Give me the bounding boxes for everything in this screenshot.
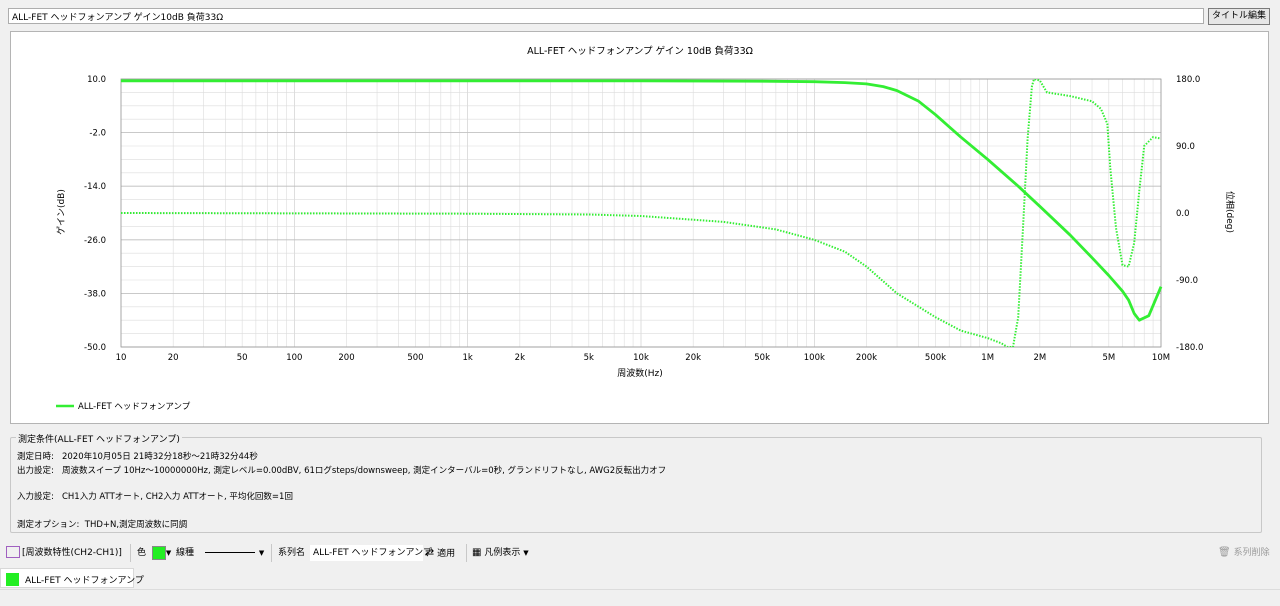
color-picker[interactable]: 色 ▼: [137, 545, 171, 561]
chart-mode-icon: [6, 545, 20, 558]
line-type-selector[interactable]: 線種 ▼: [176, 545, 264, 561]
chevron-down-icon: ▼: [258, 549, 265, 557]
chart-ticks: 10 20 50 100 200 500 1k 2k 5k 10k 20k 50k 100k 200k 50…: [84, 75, 1203, 363]
grid-icon: ▦: [472, 547, 482, 558]
y2-tick-label: 180.0: [1176, 75, 1200, 85]
y-tick-label: -38.0: [84, 289, 106, 299]
x-tick-label: 2M: [1033, 353, 1046, 363]
legend-toggle-label: 凡例表示: [484, 548, 521, 558]
series-color-chip: [6, 573, 19, 586]
apply-label: 適用: [437, 549, 456, 559]
x-tick-label: 200: [338, 353, 354, 363]
x-tick-label: 20: [168, 353, 179, 363]
x-tick-label: 50: [237, 353, 248, 363]
swap-icon: ⇄: [425, 546, 435, 559]
apply-button[interactable]: ⇄ 適用: [425, 545, 455, 561]
y-tick-label: -14.0: [84, 182, 106, 192]
x-tick-label: 100: [286, 353, 302, 363]
chart-panel: 10 20 50 100 200 500 1k 2k 5k 10k 20k 50k 100k 200k 50…: [10, 31, 1269, 424]
mode-label: [周波数特性(CH2-CH1)]: [22, 548, 122, 558]
toolbar-separator: [466, 544, 467, 562]
x-tick-label: 200k: [856, 353, 877, 363]
x-tick-label: 1k: [462, 353, 472, 363]
y-tick-label: -26.0: [84, 236, 106, 246]
x-tick-label: 500k: [925, 353, 946, 363]
legend-label: ALL-FET ヘッドフォンアンプ: [78, 402, 191, 412]
y-tick-label: 10.0: [87, 75, 106, 85]
measurement-options: 測定オプション: THD+N,測定周波数に同調: [17, 520, 188, 530]
chevron-down-icon: ▼: [165, 549, 172, 557]
toolbar-separator: [271, 544, 272, 562]
measurement-conditions: 測定条件(ALL-FET ヘッドフォンアンプ) 測定日時: 2020年10月05…: [10, 432, 1262, 533]
x-tick-label: 100k: [804, 353, 825, 363]
series-toolbar: [周波数特性(CH2-CH1)] 色 ▼ 線種 ▼ 系列名 ALL-FET ヘッ…: [0, 540, 1280, 566]
x-axis-label: 周波数(Hz): [617, 367, 663, 379]
x-tick-label: 2k: [515, 353, 525, 363]
y2-tick-label: -90.0: [1176, 276, 1198, 286]
delete-series-button[interactable]: 🗑 系列削除: [1218, 545, 1270, 561]
color-swatch: [151, 545, 166, 560]
edit-title-button[interactable]: タイトル編集: [1208, 8, 1270, 25]
x-tick-label: 5k: [584, 353, 594, 363]
trash-icon: 🗑: [1218, 547, 1231, 558]
chart-grid: [120, 78, 1162, 348]
x-tick-label: 10k: [633, 353, 649, 363]
line-type-label: 線種: [176, 548, 195, 558]
status-bar: [0, 589, 1280, 606]
y2-axis-label: 位相(deg): [1224, 191, 1236, 233]
output-settings: 出力設定: 周波数スイープ 10Hz〜10000000Hz, 測定レベル=0.0…: [17, 466, 667, 476]
x-tick-label: 1M: [981, 353, 994, 363]
bode-chart: 10 20 50 100 200 500 1k 2k 5k 10k 20k 50k 100k 200k 50…: [55, 45, 1236, 412]
y-tick-label: -50.0: [84, 343, 106, 353]
delete-series-label: 系列削除: [1233, 548, 1270, 558]
series-name-label: 系列名: [278, 548, 306, 558]
x-tick-label: 5M: [1102, 353, 1115, 363]
y2-tick-label: -180.0: [1176, 343, 1203, 353]
input-settings: 入力設定: CH1入力 ATTオート, CH2入力 ATTオート, 平均化回数=…: [17, 492, 293, 502]
mode-selector[interactable]: [周波数特性(CH2-CH1)]: [6, 545, 122, 561]
legend-toggle-button[interactable]: ▦ 凡例表示 ▼: [472, 545, 529, 561]
title-bar: タイトル編集: [8, 8, 1270, 26]
title-input[interactable]: [8, 8, 1204, 24]
y-tick-label: -2.0: [89, 129, 106, 139]
y-axis-label: ゲイン(dB): [55, 189, 67, 235]
x-tick-label: 50k: [754, 353, 770, 363]
toolbar-separator: [130, 544, 131, 562]
line-sample: [204, 552, 255, 553]
chart-title: ALL-FET ヘッドフォンアンプ ゲイン 10dB 負荷33Ω: [527, 45, 753, 57]
x-tick-label: 20k: [685, 353, 701, 363]
measurement-date: 測定日時: 2020年10月05日 21時32分18秒〜21時32分44秒: [17, 452, 258, 462]
series-tab-label: ALL-FET ヘッドフォンアンプ: [25, 576, 144, 586]
series-tab[interactable]: ALL-FET ヘッドフォンアンプ: [0, 568, 144, 588]
y2-tick-label: 0.0: [1176, 209, 1190, 219]
chevron-down-icon: ▼: [523, 549, 529, 557]
x-tick-label: 500: [407, 353, 423, 363]
series-name-input[interactable]: ALL-FET ヘッドフォンアンプ: [310, 545, 432, 561]
color-label: 色: [137, 548, 147, 558]
x-tick-label: 10M: [1152, 353, 1170, 363]
y2-tick-label: 90.0: [1176, 142, 1195, 152]
x-tick-label: 10: [116, 353, 127, 363]
conditions-title: 測定条件(ALL-FET ヘッドフォンアンプ): [16, 432, 182, 445]
